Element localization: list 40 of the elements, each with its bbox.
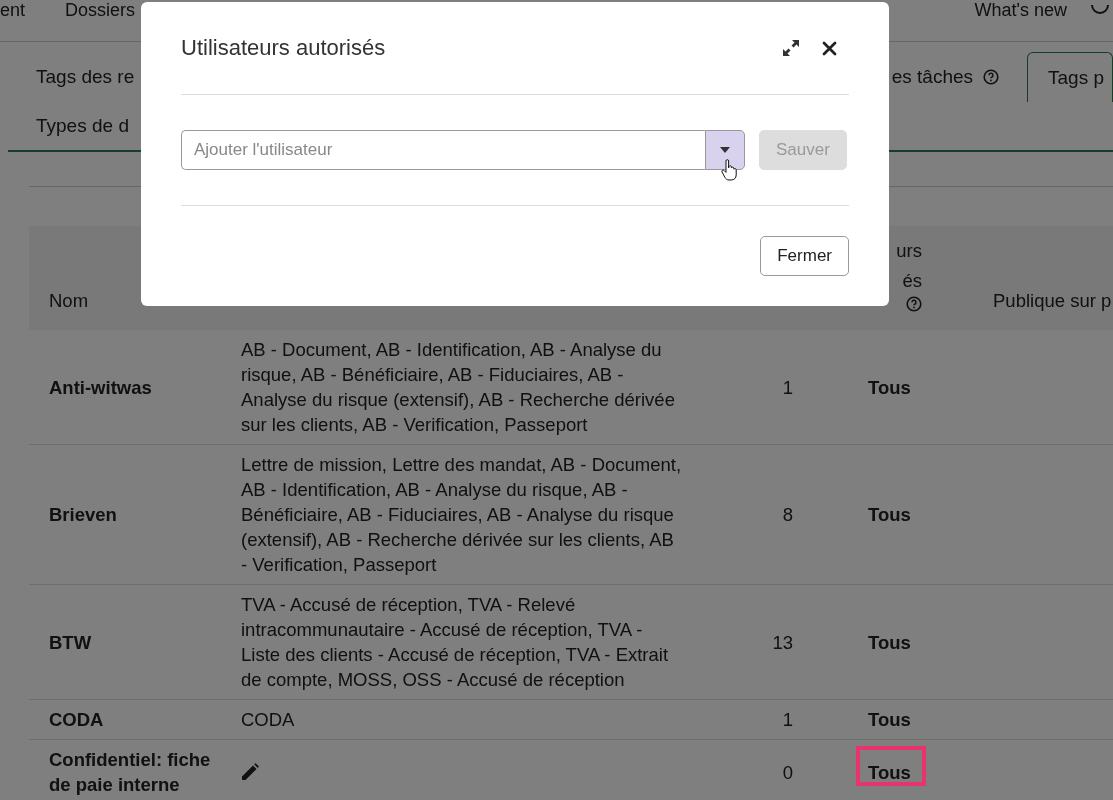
tab[interactable]: Tags des re (8, 52, 163, 102)
tab[interactable]: Types de d (8, 101, 157, 151)
table-cell-text: Confidentiel: fiche de paie interne (49, 748, 212, 797)
user-icon[interactable] (1091, 5, 1109, 15)
close-button[interactable]: Fermer (760, 236, 849, 276)
table-cell-text: Tous (868, 708, 911, 732)
table-cell-text: 1 (782, 375, 793, 400)
tab[interactable]: Tags p (1027, 52, 1113, 102)
table-cell-text: 0 (782, 760, 793, 785)
tab[interactable]: es tâches (863, 52, 1027, 102)
dropdown-button[interactable] (705, 130, 745, 170)
close-icon[interactable] (822, 40, 837, 56)
table-cell-text: CODA (241, 708, 295, 732)
hand-cursor-icon (721, 159, 737, 181)
table-cell-text: CODA (49, 708, 104, 732)
table-cell-text: 13 (772, 630, 793, 655)
table-cell-text: Tous (868, 503, 911, 527)
table-cell-text: Anti-witwas (49, 375, 152, 400)
table-cell-text: 8 (782, 503, 793, 527)
nav-link[interactable]: Dossiers (65, 0, 136, 20)
expand-icon[interactable] (782, 39, 800, 57)
table-cell-text: TVA - Accusé de réception, TVA - Relevé intracommunautaire - Accusé de réception, TVA - Liste des clients - Accusé de réception, TVA - Extrait de compte, MOSS, OSS - Accusé de réception (241, 593, 670, 692)
table-cell-text: BTW (49, 630, 92, 655)
pencil-icon[interactable] (241, 763, 259, 781)
table-cell-text: Tous (868, 630, 911, 655)
table-cell-text: Tous (868, 375, 911, 400)
dialog-title: Utilisateurs autorisés (181, 35, 386, 61)
column-header: Nom (49, 290, 89, 312)
table-cell-text: 1 (782, 708, 793, 732)
column-header: és (902, 269, 922, 293)
user-select-field[interactable]: Ajouter l'utilisateur (181, 130, 705, 170)
table-cell-text: AB - Document, AB - Identification, AB - Analyse du risque, AB - Bénéficiaire, AB - Fiduciaires, AB - Analyse du risque (extensif), AB - Recherche dérivée sur les clients, AB - Verification, Passeport (241, 338, 676, 437)
table-cell-text: Tous (868, 760, 911, 785)
column-header: urs (896, 239, 922, 263)
caret-icon (720, 147, 730, 153)
nav-link[interactable]: What's new (974, 0, 1067, 20)
nav-link[interactable]: ent (0, 0, 26, 20)
column-header: Publique sur p (993, 290, 1112, 312)
table-cell-text: Brieven (49, 503, 117, 527)
table-cell-text: Lettre de mission, Lettre des mandat, AB - Document, AB - Identification, AB - Analyse du risque, AB - Bénéficiaire, AB - Fiduciaires, AB - Analyse du risque (extensif), AB - Recherche dérivée sur les clients, AB - Verification, Passeport (241, 453, 683, 577)
